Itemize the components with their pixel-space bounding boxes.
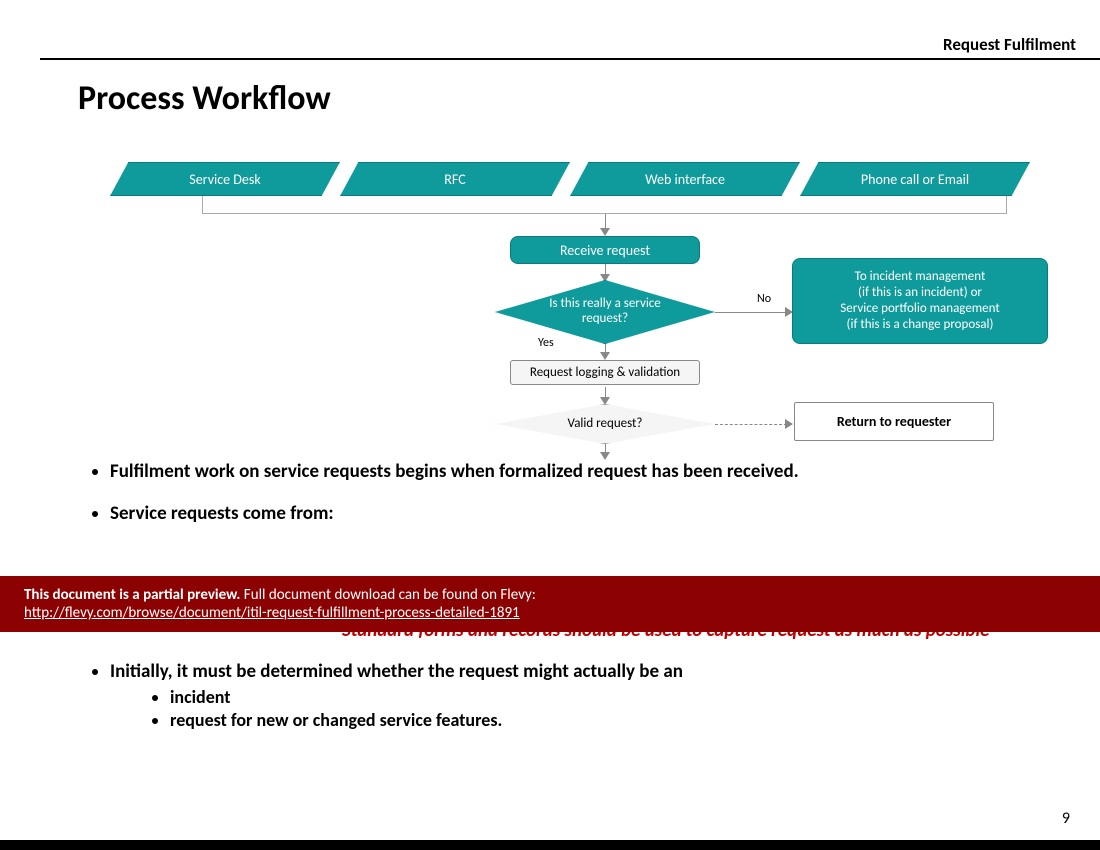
input-phone-email: Phone call or Email	[800, 162, 1030, 196]
bullet-1: Fulfilment work on service requests begi…	[110, 460, 1060, 484]
decision-valid-request: Valid request?	[495, 404, 715, 444]
bullet-3: Initially, it must be determined whether…	[110, 660, 1060, 731]
box-return-requester: Return to requester	[794, 402, 994, 441]
label-yes: Yes	[538, 336, 554, 350]
decision-service-request: Is this really a service request?	[495, 280, 715, 344]
arrow	[715, 312, 787, 313]
input-rfc: RFC	[340, 162, 570, 196]
preview-link[interactable]: http://flevy.com/browse/document/itil-re…	[24, 604, 520, 622]
page-title: Process Workflow	[78, 78, 331, 119]
workflow-diagram: Service Desk RFC Web interface Phone cal…	[70, 150, 1070, 460]
decision-text: Is this really a service request?	[495, 297, 715, 327]
arrowhead-down-icon	[600, 228, 610, 236]
step-receive-request: Receive request	[510, 236, 700, 264]
input-web: Web interface	[570, 162, 800, 196]
input-connector	[202, 196, 1007, 214]
decision-text: Valid request?	[538, 417, 673, 432]
step-logging-validation: Request logging & validation	[510, 360, 700, 385]
page-number: 9	[1062, 809, 1070, 828]
bullet-3-sub-1: incident	[170, 686, 1060, 709]
arrowhead-right-icon	[785, 419, 793, 429]
bullet-3-sub-2: request for new or changed service featu…	[170, 709, 1060, 732]
arrowhead-down-icon	[600, 352, 610, 360]
header-rule	[40, 58, 1100, 60]
arrowhead-down-icon	[600, 452, 610, 460]
footer-bar	[0, 840, 1100, 850]
preview-banner: This document is a partial preview. Full…	[0, 576, 1100, 632]
preview-bold: This document is a partial preview.	[24, 586, 240, 604]
bullet-3-text: Initially, it must be determined whether…	[110, 660, 683, 683]
section-header: Request Fulfilment	[943, 34, 1076, 55]
input-service-desk: Service Desk	[110, 162, 340, 196]
preview-rest: Full document download can be found on F…	[240, 586, 535, 604]
bullet-2-text: Service requests come from:	[110, 502, 334, 525]
label-no: No	[757, 292, 771, 306]
box-incident-mgmt: To incident management (if this is an in…	[792, 258, 1048, 344]
arrow-dashed	[715, 424, 787, 425]
